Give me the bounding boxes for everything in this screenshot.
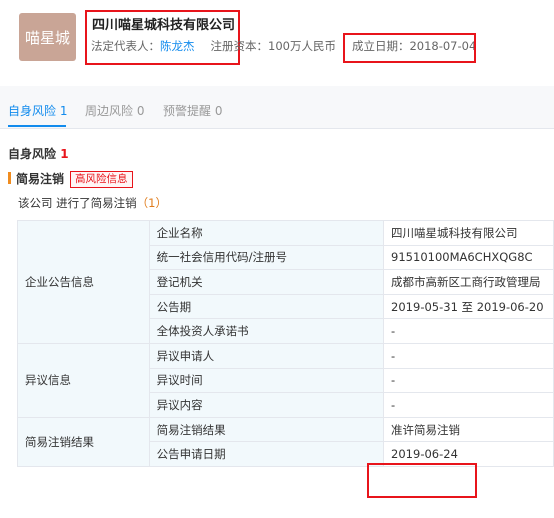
reg-capital-value: 100万人民币 [268,39,336,53]
simple-deregistration-table: 企业公告信息 企业名称 四川喵星城科技有限公司 统一社会信用代码/注册号 915… [17,220,554,467]
field-label: 异议时间 [148,367,385,394]
field-label: 异议申请人 [148,342,385,369]
table-row: 企业公告信息 企业名称 四川喵星城科技有限公司 [17,220,554,344]
field-value: - [383,318,554,344]
tab-surrounding-risk[interactable]: 周边风险 0 [85,102,144,119]
description-count: （1） [136,196,167,210]
field-label: 统一社会信用代码/注册号 [148,244,385,271]
field-label: 简易注销结果 [148,416,385,443]
table-row: 简易注销结果 简易注销结果 准许简易注销 [17,416,554,467]
field-value: 成都市高新区工商行政管理局 [383,269,554,295]
legal-rep-link[interactable]: 陈龙杰 [160,39,195,53]
field-label: 异议内容 [148,392,385,418]
section-title: 自身风险 1 [8,147,69,161]
apply-date-highlight-box [367,463,477,498]
field-value: - [383,367,554,394]
reg-capital-label: 注册资本： [210,39,269,53]
field-label: 公告期 [148,293,385,320]
legal-rep-label: 法定代表人： [91,39,160,53]
field-value: 准许简易注销 [383,416,554,443]
field-value: 四川喵星城科技有限公司 [383,220,554,246]
subsection-description: 该公司 进行了简易注销（1） [18,196,167,210]
category-cell: 简易注销结果 [17,416,150,467]
field-label: 公告申请日期 [148,441,385,467]
company-logo: 喵星城 [19,13,76,61]
active-tab-indicator [8,125,66,127]
logo-text: 喵星城 [24,28,70,47]
category-cell: 企业公告信息 [17,220,150,344]
tab-self-risk[interactable]: 自身风险 1 [8,102,67,119]
established-date-highlight-box [343,33,476,63]
subsection-title: 简易注销 [16,172,65,186]
field-value: 91510100MA6CHXQG8C [383,244,554,271]
field-label: 全体投资人承诺书 [148,318,385,344]
table-row: 异议信息 异议申请人 - [17,342,554,418]
high-risk-tag: 高风险信息 [70,171,133,188]
risk-tabs-bar [0,86,554,129]
subsection-marker [8,172,11,184]
tab-warning-alerts[interactable]: 预警提醒 0 [163,102,222,119]
field-label: 登记机关 [148,269,385,295]
category-cell: 异议信息 [17,342,150,418]
field-label: 企业名称 [148,220,385,246]
field-value: - [383,392,554,418]
field-value: - [383,342,554,369]
field-value: 2019-05-31 至 2019-06-20 [383,293,554,320]
section-count: 1 [60,147,69,161]
